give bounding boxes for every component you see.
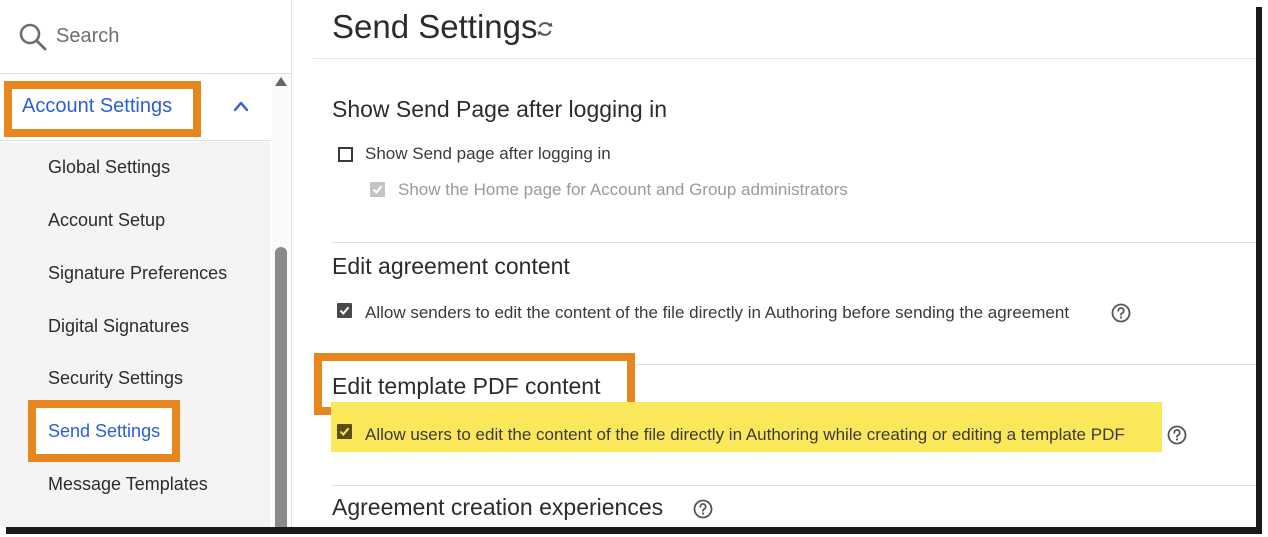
section-heading-show-send-page: Show Send Page after logging in (332, 96, 668, 122)
sidebar-nav: Account Settings Global Settings Account… (0, 75, 292, 527)
refresh-icon[interactable] (535, 19, 555, 39)
main-content: Send Settings Show Send Page after loggi… (293, 0, 1256, 527)
chevron-up-icon[interactable] (232, 99, 250, 113)
sidebar-item-message-templates[interactable]: Message Templates (48, 474, 208, 495)
scroll-up-arrow-icon[interactable] (275, 77, 287, 86)
sidebar-item-send-settings[interactable]: Send Settings (48, 421, 160, 442)
checkbox-label: Show Send page after logging in (365, 144, 611, 163)
app-window: Account Settings Global Settings Account… (0, 0, 1256, 527)
page-title: Send Settings (332, 8, 538, 45)
search-icon (19, 23, 47, 50)
section-heading-edit-template-pdf-content: Edit template PDF content (332, 373, 601, 399)
divider (313, 58, 1256, 59)
sidebar-item-digital-signatures[interactable]: Digital Signatures (48, 316, 189, 337)
search-input[interactable] (56, 25, 276, 48)
checkbox-allow-senders-edit[interactable] (337, 303, 352, 318)
sidebar-item-security-settings[interactable]: Security Settings (48, 368, 183, 389)
sidebar-item-account-setup[interactable]: Account Setup (48, 210, 165, 231)
sidebar-section-label: Account Settings (22, 95, 173, 117)
checkbox-show-send-page[interactable] (338, 147, 353, 162)
section-heading-agreement-creation-experiences: Agreement creation experiences (332, 494, 664, 520)
section-heading-edit-agreement-content: Edit agreement content (332, 253, 570, 279)
help-icon[interactable] (1111, 303, 1131, 323)
checkbox-label: Allow users to edit the content of the f… (365, 425, 1125, 444)
sidebar-item-global-settings[interactable]: Global Settings (48, 157, 170, 178)
divider (332, 485, 1256, 486)
sidebar: Account Settings Global Settings Account… (0, 0, 292, 527)
search-box (0, 0, 292, 74)
help-icon[interactable] (1167, 425, 1187, 445)
checkbox-label: Allow senders to edit the content of the… (365, 303, 1070, 322)
sidebar-item-signature-preferences[interactable]: Signature Preferences (48, 263, 227, 284)
checkbox-show-home-page (370, 182, 385, 197)
scrollbar-thumb[interactable] (275, 247, 287, 527)
divider (332, 242, 1256, 243)
sidebar-section-account-settings[interactable]: Account Settings (0, 75, 270, 141)
checkbox-label: Show the Home page for Account and Group… (398, 180, 848, 199)
help-icon[interactable] (693, 499, 713, 519)
checkbox-allow-users-edit-template[interactable] (337, 424, 352, 439)
